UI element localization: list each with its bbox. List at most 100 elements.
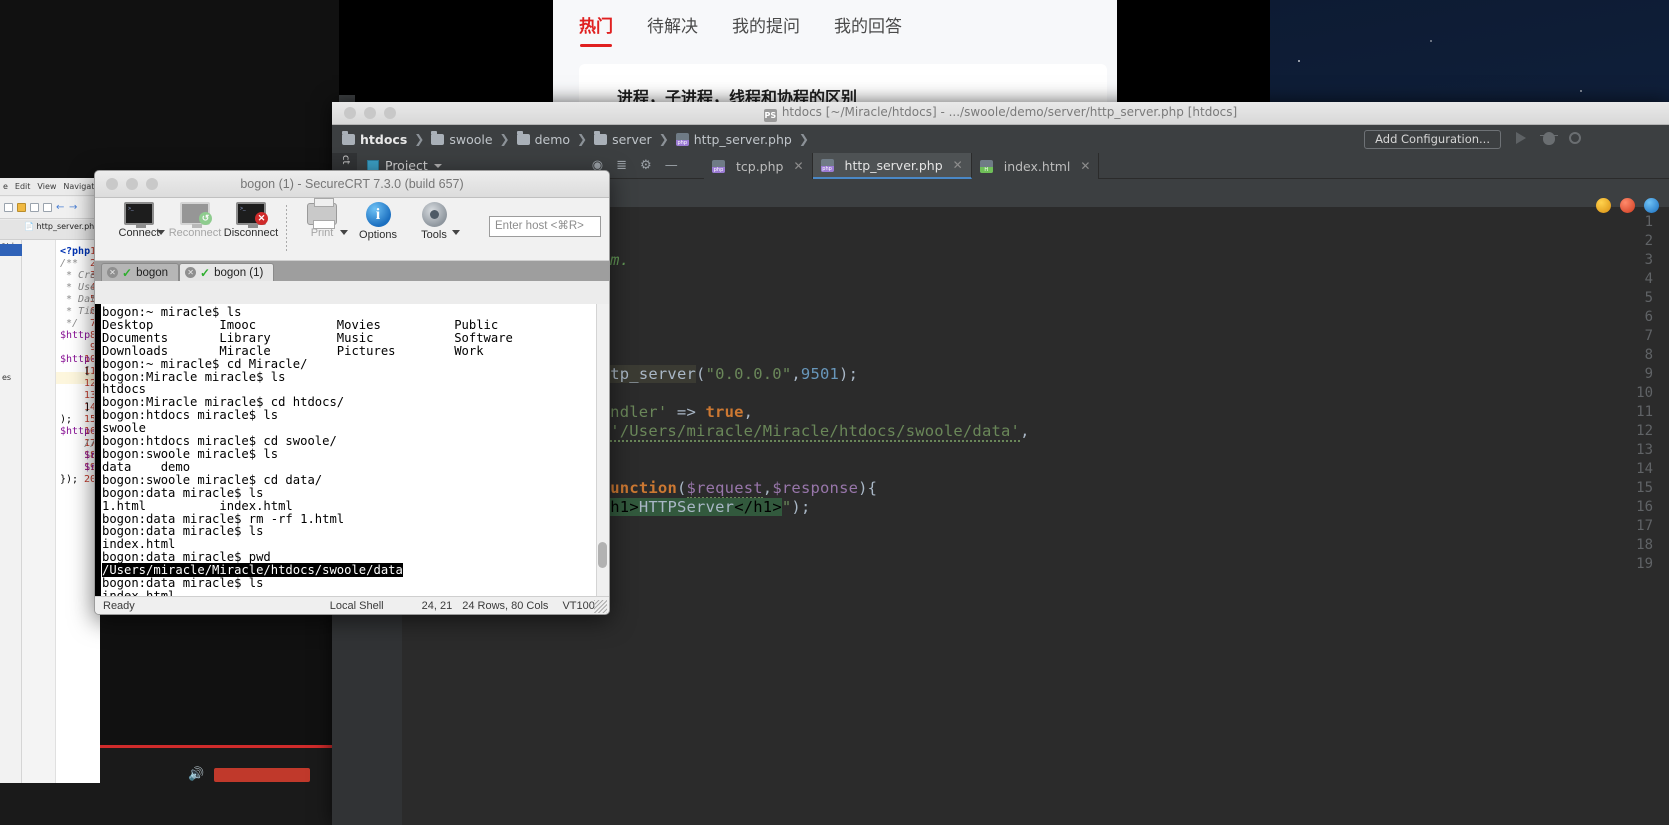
html-file-icon [979,159,993,173]
gear-icon[interactable]: ⚙ [640,158,652,173]
breadcrumb-separator: ❯ [499,132,510,146]
hide-panel-icon[interactable]: — [665,158,678,173]
editor-tab-label: http_server.php [844,157,943,173]
securecrt-titlebar[interactable]: bogon (1) - SecureCRT 7.3.0 (build 657) [95,171,609,198]
chevron-down-icon[interactable] [433,163,442,168]
session-tab-bogon-1[interactable]: ✕ ✓ bogon (1) [179,263,275,281]
terminal-scrollbar[interactable] [596,304,609,596]
editor-line-number: 9 [1644,366,1653,382]
terminal-left-margin [95,304,101,596]
background-ide-project-column[interactable] [0,240,22,783]
background-ide-selected-node[interactable] [0,244,22,256]
editor-line-number: 13 [1636,442,1653,458]
browser-tab-my-questions[interactable]: 我的提问 [732,12,800,47]
chevron-down-icon[interactable] [452,230,460,235]
php-file-icon [675,132,689,146]
resize-grip[interactable] [594,600,607,613]
status-ready: Ready [103,599,135,612]
connect-button[interactable]: >_ Connect [111,202,167,239]
close-icon[interactable]: ✕ [793,159,803,173]
close-icon[interactable]: ✕ [185,267,197,278]
connected-check-icon: ✓ [200,265,211,280]
terminal-output[interactable]: bogon:~ miracle$ ls Desktop Imooc Movies… [95,304,609,596]
browser-tab-my-answers[interactable]: 我的回答 [834,12,902,47]
debug-icon[interactable] [1540,132,1558,146]
player-red-control[interactable] [214,768,310,782]
editor-tab-index-html[interactable]: index.html ✕ [971,153,1100,179]
breadcrumb-separator: ❯ [798,132,809,146]
breadcrumb-server[interactable]: server [594,130,652,147]
print-button[interactable]: Print [294,198,350,239]
collapse-all-icon[interactable]: ≣ [616,158,627,173]
background-ide-code-line: ] [60,402,91,413]
breadcrumb-separator: ❯ [658,132,669,146]
breadcrumb-demo[interactable]: demo [516,130,570,147]
back-arrow-icon[interactable]: ← [56,203,65,213]
folder-icon [342,130,355,145]
editor-tab-http-server-php[interactable]: http_server.php ✕ [812,153,972,179]
options-button[interactable]: i Options [350,202,406,241]
terminal-scrollbar-thumb[interactable] [598,542,607,568]
tools-button[interactable]: Tools [406,202,462,241]
browser-tab-pending[interactable]: 待解决 [647,12,698,47]
php-file-icon [820,158,834,172]
browser-tab-hot[interactable]: 热门 [579,12,613,47]
breadcrumb-http-server-php[interactable]: http_server.php [675,132,792,147]
editor-line-number: 18 [1636,537,1653,553]
close-icon[interactable]: ✕ [107,267,118,278]
forward-arrow-icon[interactable]: → [69,203,78,213]
editor-tab-tcp-php[interactable]: tcp.php ✕ [704,153,813,179]
breadcrumb-separator: ❯ [414,132,425,146]
session-tab-bogon[interactable]: ✕ ✓ bogon [101,263,180,281]
run-icon[interactable] [1516,132,1530,146]
host-input[interactable]: Enter host <⌘R> [489,216,601,237]
phpstorm-titlebar[interactable]: PS htdocs [~/Miracle/htdocs] - .../swoole… [332,102,1669,125]
securecrt-session-tabs: ✕ ✓ bogon ✕ ✓ bogon (1) [95,261,609,281]
status-cursor: 24, 21 [421,599,453,612]
chevron-down-icon[interactable] [340,230,348,235]
background-ide-file-tab[interactable]: 📄 http_server.php [24,222,99,231]
open-file-icon[interactable] [4,203,13,212]
save-all-icon[interactable] [17,203,26,212]
breadcrumb-server-label: server [612,131,652,147]
breadcrumb-swoole[interactable]: swoole [431,130,493,147]
breadcrumb-htdocs-label: htdocs [360,131,408,147]
editor-line-number: 15 [1636,480,1653,496]
connected-check-icon: ✓ [122,265,133,280]
disconnect-button[interactable]: >_ ✕ Disconnect [223,202,279,239]
bg-menu-edit[interactable]: Edit [15,182,31,191]
editor-line-number: 6 [1644,309,1653,325]
background-ide-code-area[interactable]: 1 <?php 2/** 3 * Crea 4 * User 5 * Date 6 * Ti… [22,240,100,783]
editor-line-number: 3 [1644,252,1653,268]
stop-icon[interactable] [1569,132,1583,146]
close-icon[interactable]: ✕ [953,158,963,172]
background-ide-toolbar[interactable]: ← → [0,197,100,219]
question-card[interactable]: 进程，子进程，线程和协程的区别 [579,64,1107,107]
printer-icon [307,198,337,229]
breadcrumb-swoole-label: swoole [449,131,493,147]
background-ide-menubar[interactable]: e Edit View Navigate C [0,178,100,196]
close-icon[interactable]: ✕ [1080,159,1090,173]
search-icon[interactable] [30,203,39,212]
folder-icon [431,130,445,145]
phpstorm-navigation-bar: htdocs ❯ swoole ❯ demo ❯ server ❯ http_s… [332,125,1669,153]
editor-line-number: 17 [1636,518,1653,534]
editor-line-number: 16 [1636,499,1653,515]
warning-icon[interactable] [1596,198,1611,213]
browser-tab-list: 热门 待解决 我的提问 我的回答 [579,8,902,50]
editor-line-number: 14 [1636,461,1653,477]
bg-menu-file[interactable]: e [3,182,8,191]
breadcrumb-htdocs[interactable]: htdocs [342,130,408,147]
add-configuration-button[interactable]: Add Configuration... [1364,130,1501,149]
background-ide-code-line: /** [60,258,79,269]
background-ide-code-line: */ [60,318,79,329]
bg-menu-view[interactable]: View [37,182,56,191]
info-icon[interactable] [1644,198,1659,213]
replace-icon[interactable] [43,203,52,212]
reconnect-button[interactable]: ↺ Reconnect [167,202,223,239]
info-icon: i [365,202,391,227]
chevron-down-icon[interactable] [157,230,165,235]
background-ide-file-tab-label: http_server.php [36,222,100,231]
speaker-icon[interactable]: 🔊 [188,766,204,782]
error-icon[interactable] [1620,198,1635,213]
